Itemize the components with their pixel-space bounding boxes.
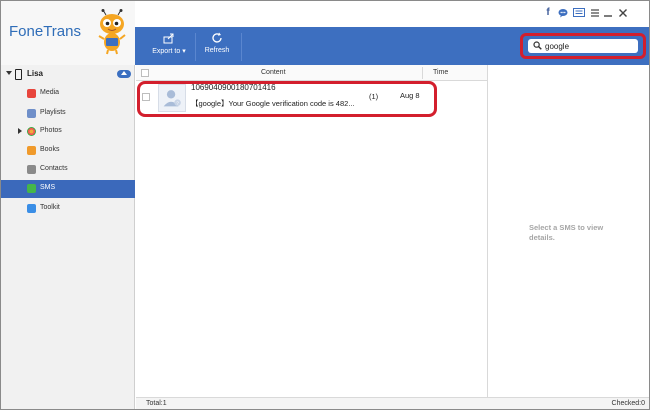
- device-name: Lisa: [27, 69, 44, 78]
- menu-icon[interactable]: [590, 8, 600, 18]
- sidebar-item-label: Photos: [40, 127, 62, 134]
- sidebar-item-label: SMS: [40, 184, 56, 191]
- app-window: FoneTrans Lisa Media Playlists Photos Bo…: [0, 0, 650, 410]
- refresh-button[interactable]: Refresh: [199, 32, 235, 60]
- facebook-icon[interactable]: f: [543, 8, 553, 18]
- sidebar-item-label: Media: [40, 89, 60, 96]
- refresh-icon: [212, 32, 222, 43]
- device-row[interactable]: Lisa: [1, 67, 135, 83]
- sidebar-item-sms[interactable]: SMS: [1, 180, 135, 198]
- detail-pane: Select a SMS to view details.: [487, 65, 649, 397]
- sidebar-item-photos[interactable]: Photos: [1, 123, 135, 141]
- toolbar-divider: [195, 33, 196, 61]
- sidebar-item-label: Playlists: [40, 109, 66, 116]
- photos-icon: [27, 127, 36, 136]
- dropdown-arrow-icon: ▾: [182, 48, 186, 55]
- close-icon[interactable]: [618, 8, 628, 18]
- collapse-caret-icon[interactable]: [6, 71, 12, 75]
- export-label: Export to: [152, 48, 181, 55]
- chat-icon[interactable]: [558, 8, 568, 18]
- sms-icon: [27, 184, 36, 193]
- export-button[interactable]: Export to ▾: [145, 32, 193, 60]
- search-box[interactable]: [528, 39, 638, 53]
- sidebar-item-media[interactable]: Media: [1, 85, 135, 103]
- row-highlight: [137, 81, 437, 117]
- total-count: Total:1: [146, 400, 167, 407]
- eject-icon[interactable]: [117, 70, 131, 78]
- checked-count: Checked:0: [611, 400, 645, 407]
- detail-placeholder: Select a SMS to view details.: [529, 223, 604, 242]
- app-name: FoneTrans: [9, 23, 81, 40]
- refresh-label: Refresh: [204, 47, 230, 54]
- message-list: Content Time ? 1069040900180701416 【goog…: [136, 65, 487, 397]
- mascot-logo-icon: [98, 9, 126, 55]
- status-bar: Total:1 Checked:0: [136, 397, 649, 409]
- sidebar-item-books[interactable]: Books: [1, 142, 135, 160]
- expand-arrow-icon[interactable]: [18, 128, 22, 134]
- search-highlight: [520, 33, 646, 59]
- sidebar-item-label: Contacts: [40, 165, 68, 172]
- export-icon: [163, 33, 174, 44]
- column-header-time: Time: [433, 69, 449, 76]
- sidebar-item-label: Books: [40, 146, 60, 153]
- column-divider: [422, 67, 423, 79]
- sidebar-item-playlists[interactable]: Playlists: [1, 105, 135, 123]
- toolbar-divider: [241, 33, 242, 61]
- toolkit-icon: [27, 204, 36, 213]
- books-icon: [27, 146, 36, 155]
- playlists-icon: [27, 109, 36, 118]
- sidebar: FoneTrans Lisa Media Playlists Photos Bo…: [1, 1, 135, 409]
- select-all-checkbox[interactable]: [141, 69, 149, 77]
- feedback-icon[interactable]: [573, 8, 585, 18]
- search-input[interactable]: [545, 40, 635, 52]
- list-header: Content Time: [136, 65, 487, 81]
- minimize-icon[interactable]: [603, 8, 613, 18]
- column-header-content: Content: [261, 69, 286, 76]
- sidebar-item-label: Toolkit: [40, 204, 60, 211]
- brand-area: FoneTrans: [1, 1, 135, 65]
- sidebar-item-contacts[interactable]: Contacts: [1, 161, 135, 179]
- titlebar: f: [135, 1, 649, 27]
- search-icon: [533, 41, 542, 50]
- contacts-icon: [27, 165, 36, 174]
- sidebar-item-toolkit[interactable]: Toolkit: [1, 200, 135, 218]
- iphone-icon: [15, 69, 22, 80]
- media-icon: [27, 89, 36, 98]
